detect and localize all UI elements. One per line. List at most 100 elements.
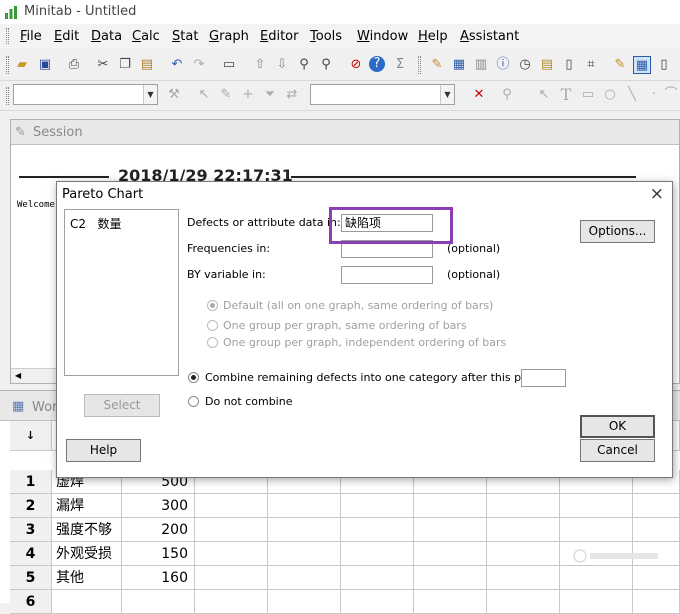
find-replace-icon[interactable]: ⚲: [317, 56, 335, 74]
select-arrow-icon[interactable]: ↖: [535, 86, 553, 104]
delete-icon[interactable]: ✕: [470, 86, 488, 104]
count-cell[interactable]: 300: [122, 494, 195, 518]
row-number-cell[interactable]: 2: [10, 494, 52, 518]
item-cell[interactable]: 其他: [52, 566, 122, 590]
variables-listbox[interactable]: C2 数量: [64, 209, 179, 376]
empty-cell[interactable]: [268, 566, 341, 590]
by-same-order-radio[interactable]: [207, 320, 218, 331]
pointer-icon[interactable]: ↖: [195, 86, 213, 104]
count-cell[interactable]: 150: [122, 542, 195, 566]
empty-cell[interactable]: [268, 494, 341, 518]
select-button[interactable]: Select: [84, 394, 160, 417]
cancel-button[interactable]: Cancel: [580, 439, 655, 462]
menu-window[interactable]: Window: [357, 29, 408, 44]
empty-cell[interactable]: [560, 590, 633, 614]
filter-icon[interactable]: ⏷: [261, 86, 279, 104]
empty-cell[interactable]: [414, 494, 487, 518]
menu-calc[interactable]: Calc: [132, 29, 160, 44]
empty-cell[interactable]: [341, 566, 414, 590]
empty-cell[interactable]: [341, 542, 414, 566]
font-combo[interactable]: ▼: [13, 84, 158, 105]
by-variable-field[interactable]: [341, 266, 433, 284]
empty-cell[interactable]: [633, 518, 680, 542]
item-cell[interactable]: 漏焊: [52, 494, 122, 518]
row-number-cell[interactable]: 1: [10, 470, 52, 494]
row-number-cell[interactable]: 6: [10, 590, 52, 614]
empty-cell[interactable]: [560, 566, 633, 590]
empty-cell[interactable]: [487, 494, 560, 518]
empty-cell[interactable]: [341, 494, 414, 518]
menu-stat[interactable]: Stat: [172, 29, 198, 44]
print-icon[interactable]: ⎙: [65, 56, 83, 74]
ellipse-icon[interactable]: ○: [601, 86, 619, 104]
copy-icon[interactable]: ❐: [116, 56, 134, 74]
menu-tools[interactable]: Tools: [310, 29, 342, 44]
variable-item[interactable]: C2 数量: [70, 215, 121, 232]
session-window-icon[interactable]: ✎: [428, 56, 446, 74]
data-window-icon[interactable]: ▦: [633, 56, 651, 74]
row-number-cell[interactable]: 4: [10, 542, 52, 566]
combine-radio[interactable]: [188, 372, 199, 383]
project-manager-icon[interactable]: ✎: [611, 56, 629, 74]
by-independent-order-radio[interactable]: [207, 337, 218, 348]
row-number-cell[interactable]: 5: [10, 566, 52, 590]
empty-cell[interactable]: [195, 494, 268, 518]
empty-cell[interactable]: [414, 518, 487, 542]
layout-icon[interactable]: ⌗: [582, 56, 600, 74]
empty-cell[interactable]: [487, 542, 560, 566]
empty-cell[interactable]: [195, 542, 268, 566]
empty-cell[interactable]: [268, 518, 341, 542]
empty-cell[interactable]: [195, 566, 268, 590]
menu-assistant[interactable]: Assistant: [460, 29, 519, 44]
new-report-icon[interactable]: ▯: [560, 56, 578, 74]
arrow-down-icon[interactable]: ⇩: [273, 56, 291, 74]
scroll-left-icon[interactable]: ◀: [15, 371, 21, 380]
empty-cell[interactable]: [633, 566, 680, 590]
graph-window-icon[interactable]: ▥: [472, 56, 490, 74]
count-cell[interactable]: [122, 590, 195, 614]
empty-cell[interactable]: [487, 518, 560, 542]
paste-icon[interactable]: ▤: [138, 56, 156, 74]
crosshair-icon[interactable]: +: [239, 86, 257, 104]
open-folder-icon[interactable]: ▰: [13, 56, 31, 74]
arrow-up-icon[interactable]: ⇧: [251, 56, 269, 74]
brush-icon[interactable]: ⚒: [165, 86, 183, 104]
empty-cell[interactable]: [487, 590, 560, 614]
menu-help[interactable]: Help: [418, 29, 448, 44]
empty-cell[interactable]: [268, 542, 341, 566]
cut-icon[interactable]: ✂: [94, 56, 112, 74]
count-cell[interactable]: 200: [122, 518, 195, 542]
graph-combo[interactable]: ▼: [310, 84, 455, 105]
polygon-icon[interactable]: ⌒: [662, 86, 680, 104]
help-button[interactable]: Help: [66, 439, 141, 462]
empty-cell[interactable]: [560, 518, 633, 542]
info-icon[interactable]: ⓘ: [494, 56, 512, 74]
sigma-icon[interactable]: Σ: [391, 56, 409, 74]
help-icon[interactable]: ?: [369, 56, 385, 72]
text-tool-icon[interactable]: T: [557, 86, 575, 104]
save-icon[interactable]: ▣: [36, 56, 54, 74]
menu-file[interactable]: File: [20, 29, 42, 44]
graph-folder-icon[interactable]: ▯: [655, 56, 673, 74]
empty-cell[interactable]: [414, 566, 487, 590]
find-icon[interactable]: ⚲: [295, 56, 313, 74]
row-number-cell[interactable]: 3: [10, 518, 52, 542]
redo-icon[interactable]: ↷: [190, 56, 208, 74]
pen-icon[interactable]: ✎: [217, 86, 235, 104]
empty-cell[interactable]: [414, 590, 487, 614]
zoom-icon[interactable]: ⚲: [498, 86, 516, 104]
empty-cell[interactable]: [341, 518, 414, 542]
line-icon[interactable]: ╲: [623, 86, 641, 104]
options-button[interactable]: Options...: [580, 220, 655, 243]
menu-editor[interactable]: Editor: [260, 29, 298, 44]
menu-edit[interactable]: Edit: [54, 29, 79, 44]
item-cell[interactable]: 强度不够: [52, 518, 122, 542]
close-icon[interactable]: ×: [650, 184, 664, 204]
count-cell[interactable]: 160: [122, 566, 195, 590]
history-icon[interactable]: ◷: [516, 56, 534, 74]
empty-cell[interactable]: [560, 494, 633, 518]
combine-percent-field[interactable]: [521, 369, 566, 387]
worksheet-window-icon[interactable]: ▦: [450, 56, 468, 74]
empty-cell[interactable]: [341, 590, 414, 614]
undo-icon[interactable]: ↶: [168, 56, 186, 74]
